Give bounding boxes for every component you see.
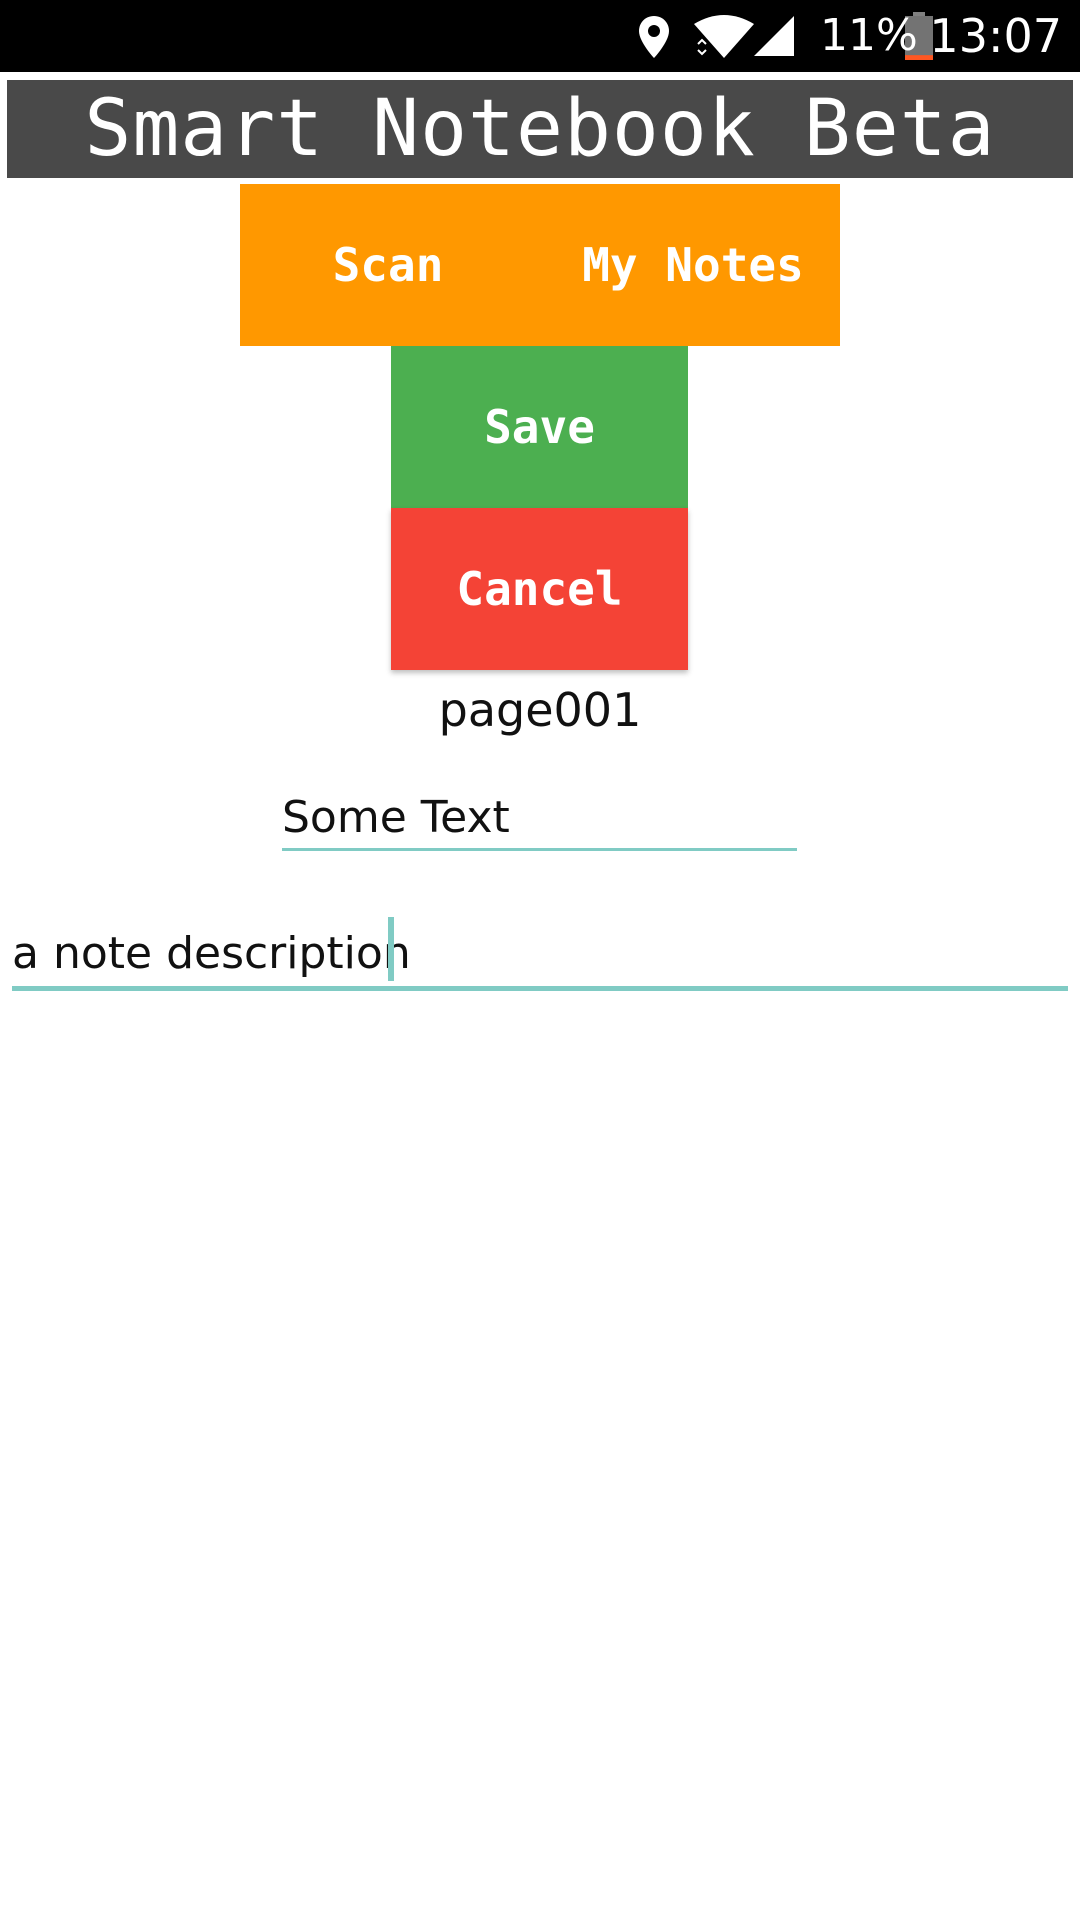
app-title: Smart Notebook Beta	[7, 80, 1073, 178]
cancel-button[interactable]: Cancel	[391, 508, 688, 670]
note-title-input[interactable]	[282, 786, 797, 851]
scan-button[interactable]: Scan	[288, 184, 488, 346]
clock: 13:07	[929, 9, 1062, 63]
save-button[interactable]: Save	[391, 346, 688, 508]
location-icon	[639, 16, 669, 58]
nav-bar: Scan My Notes	[240, 184, 840, 346]
page-name-label: page001	[438, 683, 642, 737]
status-bar: 11% 13:07	[0, 0, 1080, 72]
signal-icon	[754, 16, 794, 56]
my-notes-button[interactable]: My Notes	[558, 184, 828, 346]
text-cursor	[388, 917, 394, 981]
note-description-input[interactable]	[12, 920, 1068, 991]
wifi-icon	[694, 15, 754, 58]
